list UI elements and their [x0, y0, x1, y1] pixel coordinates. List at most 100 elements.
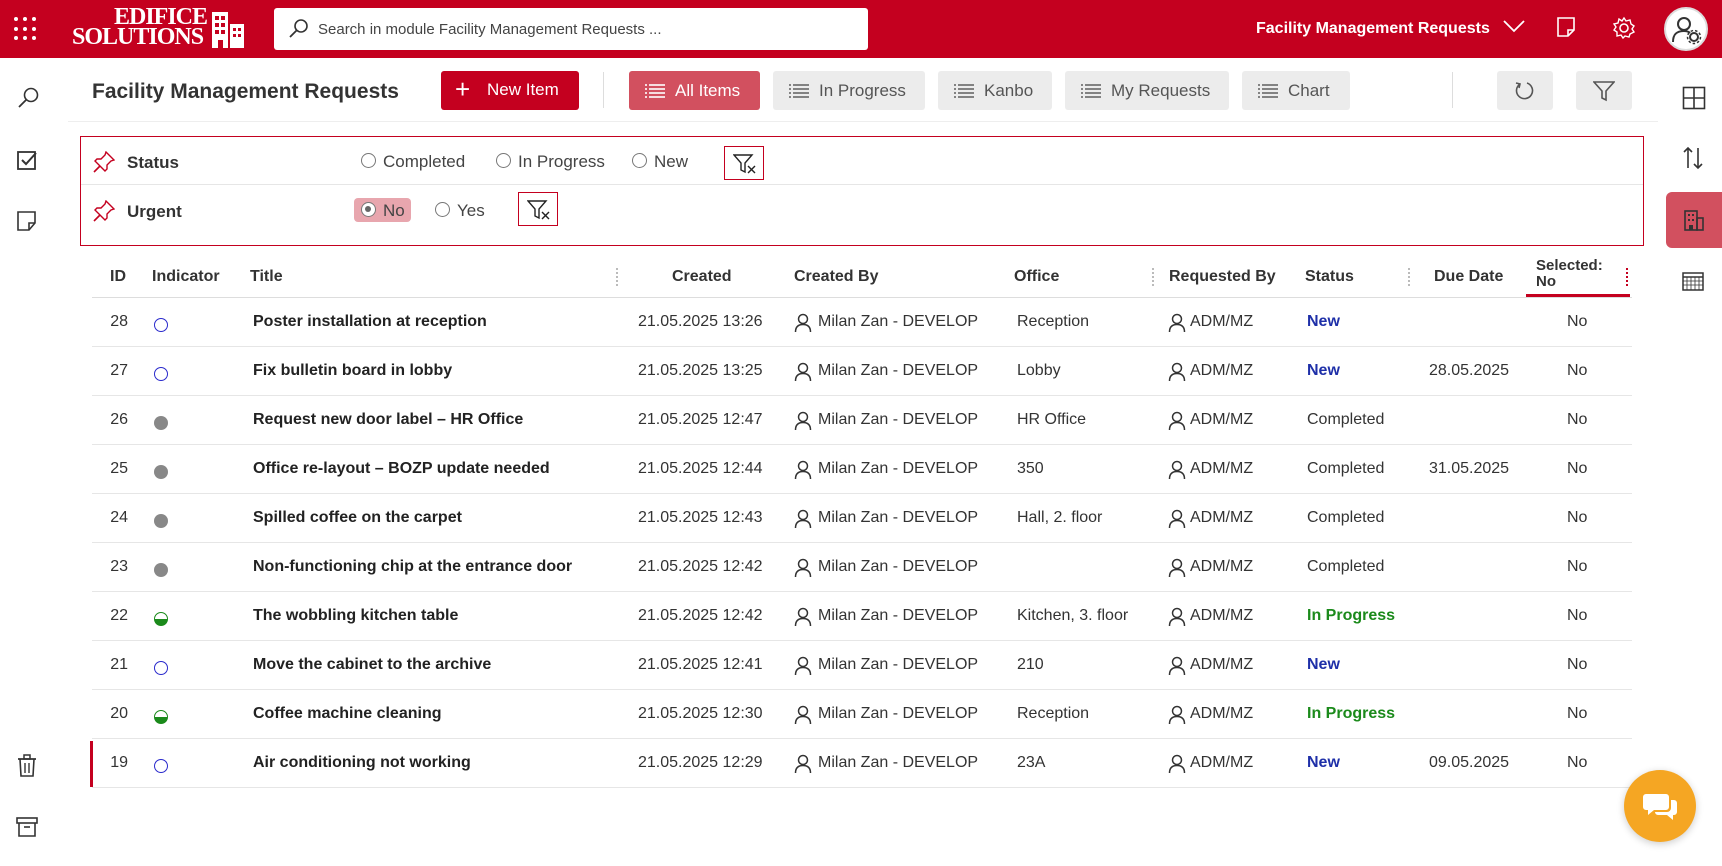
- notes-icon[interactable]: [16, 210, 38, 232]
- cell-title[interactable]: Coffee machine cleaning: [253, 705, 442, 723]
- cell-title[interactable]: Move the cabinet to the archive: [253, 656, 491, 674]
- radio-button[interactable]: [496, 153, 511, 168]
- search-icon[interactable]: [16, 86, 40, 110]
- radio-button[interactable]: [361, 153, 376, 168]
- column-header-selected[interactable]: Selected: No: [1536, 258, 1603, 290]
- cell-selected: No: [1567, 754, 1588, 771]
- column-header-id[interactable]: ID: [110, 268, 126, 286]
- layout-grid-icon[interactable]: [1682, 86, 1706, 110]
- cell-status: New: [1307, 656, 1340, 673]
- table-row[interactable]: 20 Coffee machine cleaning 21.05.2025 12:3…: [92, 690, 1632, 739]
- status-indicator-icon: [154, 759, 168, 773]
- status-indicator: [154, 465, 168, 479]
- top-bar: EDIFICE SOLUTIONS Facility Management Re…: [0, 0, 1722, 58]
- cell-selected: No: [1567, 705, 1588, 722]
- cell-status: Completed: [1307, 411, 1385, 428]
- new-item-button[interactable]: + New Item: [441, 71, 579, 110]
- gear-icon[interactable]: [1612, 16, 1636, 40]
- status-indicator-icon: [154, 710, 168, 724]
- tab-all-items[interactable]: All Items: [629, 71, 760, 110]
- column-header-status[interactable]: Status: [1305, 268, 1354, 286]
- cell-title[interactable]: Request new door label – HR Office: [253, 411, 523, 429]
- table-row[interactable]: 27 Fix bulletin board in lobby 21.05.2025 …: [92, 347, 1632, 396]
- person-icon: [1168, 705, 1186, 725]
- tab-my-requests[interactable]: My Requests: [1065, 71, 1229, 110]
- user-settings-icon: [1672, 17, 1702, 45]
- cell-title[interactable]: Spilled coffee on the carpet: [253, 509, 462, 527]
- cell-status: New: [1307, 362, 1340, 379]
- chat-button[interactable]: [1624, 770, 1696, 842]
- cell-title[interactable]: Office re-layout – BOZP update needed: [253, 460, 550, 478]
- logo[interactable]: EDIFICE SOLUTIONS: [72, 5, 252, 51]
- cell-office: 210: [1017, 656, 1044, 673]
- table-row[interactable]: 25 Office re-layout – BOZP update needed 2…: [92, 445, 1632, 494]
- cell-created: 21.05.2025 12:43: [638, 509, 763, 526]
- clear-status-filter-button[interactable]: [724, 146, 764, 180]
- refresh-button[interactable]: [1497, 71, 1553, 110]
- cell-selected: No: [1567, 460, 1588, 477]
- column-header-created[interactable]: Created: [672, 268, 732, 286]
- column-resize-handle[interactable]: [1626, 268, 1628, 286]
- table-row[interactable]: 28 Poster installation at reception 21.05.…: [92, 298, 1632, 347]
- pin-icon[interactable]: [93, 151, 115, 173]
- page-title: Facility Management Requests: [92, 80, 399, 103]
- app-launcher-icon[interactable]: [14, 17, 38, 41]
- column-header-due-date[interactable]: Due Date: [1434, 268, 1503, 286]
- urgent-option-no[interactable]: No: [354, 198, 411, 222]
- chat-bubbles-icon: [1643, 794, 1677, 820]
- search-input[interactable]: [318, 8, 858, 50]
- trash-icon[interactable]: [16, 754, 38, 778]
- status-indicator: [154, 416, 168, 430]
- person-icon: [794, 656, 812, 676]
- column-resize-handle[interactable]: [1408, 268, 1410, 286]
- notes-icon[interactable]: [1556, 16, 1578, 38]
- filter-button[interactable]: [1576, 71, 1632, 110]
- tab-kanbo[interactable]: Kanbo: [938, 71, 1052, 110]
- table-row[interactable]: 21 Move the cabinet to the archive 21.05.2…: [92, 641, 1632, 690]
- radio-button-selected[interactable]: [361, 202, 376, 217]
- table-row[interactable]: 22 The wobbling kitchen table 21.05.2025 1…: [92, 592, 1632, 641]
- column-resize-handle[interactable]: [616, 268, 618, 286]
- status-option-in-progress[interactable]: In Progress: [496, 149, 611, 173]
- status-indicator: [154, 514, 168, 528]
- user-avatar[interactable]: [1664, 7, 1708, 51]
- tab-in-progress[interactable]: In Progress: [773, 71, 925, 110]
- status-option-new[interactable]: New: [632, 149, 692, 173]
- column-header-indicator[interactable]: Indicator: [152, 268, 220, 286]
- tab-chart[interactable]: Chart: [1242, 71, 1350, 110]
- cell-title[interactable]: Poster installation at reception: [253, 313, 487, 331]
- cell-due-date: 28.05.2025: [1429, 362, 1510, 379]
- status-indicator-icon: [154, 318, 168, 332]
- table-row[interactable]: 19 Air conditioning not working 21.05.2025…: [90, 739, 1632, 788]
- sort-icon[interactable]: [1682, 146, 1704, 170]
- table-row[interactable]: 26 Request new door label – HR Office 21.0…: [92, 396, 1632, 445]
- table-body: 28 Poster installation at reception 21.05.…: [90, 298, 1632, 788]
- cell-title[interactable]: Air conditioning not working: [253, 754, 471, 772]
- cell-title[interactable]: Non-functioning chip at the entrance doo…: [253, 558, 572, 576]
- cell-due-date: 31.05.2025: [1429, 460, 1510, 477]
- cell-office: Kitchen, 3. floor: [1017, 607, 1129, 624]
- cell-title[interactable]: Fix bulletin board in lobby: [253, 362, 452, 380]
- pin-icon[interactable]: [93, 200, 115, 222]
- calendar-grid-icon[interactable]: [1682, 270, 1704, 292]
- column-resize-handle[interactable]: [1152, 268, 1154, 286]
- column-header-office[interactable]: Office: [1014, 268, 1059, 286]
- radio-button[interactable]: [632, 153, 647, 168]
- table-row[interactable]: 24 Spilled coffee on the carpet 21.05.2025…: [92, 494, 1632, 543]
- facility-view-button[interactable]: [1666, 192, 1722, 248]
- column-header-title[interactable]: Title: [250, 268, 283, 286]
- clear-urgent-filter-button[interactable]: [518, 192, 558, 226]
- column-header-created-by[interactable]: Created By: [794, 268, 878, 286]
- archive-icon[interactable]: [16, 816, 38, 838]
- column-header-requested-by[interactable]: Requested By: [1169, 268, 1276, 286]
- table-row[interactable]: 23 Non-functioning chip at the entrance d…: [92, 543, 1632, 592]
- urgent-option-yes[interactable]: Yes: [435, 198, 490, 222]
- status-indicator: [154, 563, 168, 577]
- search-box[interactable]: [274, 8, 868, 50]
- status-option-completed[interactable]: Completed: [361, 149, 471, 173]
- cell-title[interactable]: The wobbling kitchen table: [253, 607, 458, 625]
- module-title[interactable]: Facility Management Requests: [1256, 20, 1490, 38]
- chevron-down-icon[interactable]: [1503, 20, 1525, 34]
- radio-button[interactable]: [435, 202, 450, 217]
- tasks-checkbox-icon[interactable]: [16, 150, 38, 172]
